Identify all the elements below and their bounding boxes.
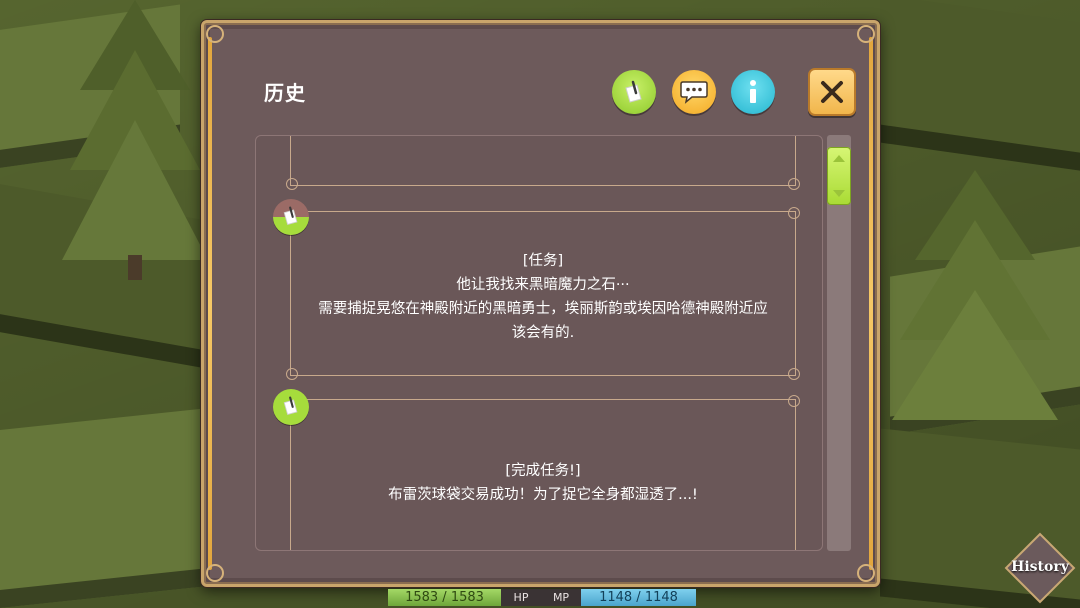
quill-note-icon [283,396,298,415]
mp-label: MP [541,589,581,606]
frame-glow-right [869,37,873,570]
entry-tag: [完成任务!] [505,463,581,479]
mp-bar: 1148 / 1148 [581,589,696,606]
terrain-block [880,0,1080,174]
list-item [286,136,800,190]
speech-bubble-icon [680,81,708,104]
info-button[interactable] [731,70,775,114]
history-list[interactable]: [任务] 他让我找来黑暗魔力之石··· 需要捕捉晃悠在神殿附近的黑暗勇士，埃丽斯… [255,135,823,551]
dialog-title: 历史 [264,81,306,105]
terrain-block [0,407,210,608]
entry-line: 他让我找来黑暗魔力之石··· [456,277,630,293]
entry-line: 该会有的. [511,325,575,341]
frame-corner [206,564,224,582]
entry-badge [273,199,309,235]
info-icon [750,80,756,103]
close-button[interactable] [808,68,856,116]
scrollbar[interactable] [827,135,851,551]
chevron-down-icon [833,190,845,197]
hp-bar: 1583 / 1583 [388,589,501,606]
scroll-thumb[interactable] [827,147,851,205]
chat-filter-button[interactable] [672,70,716,114]
history-button[interactable]: History [1004,532,1076,604]
frame-corner [857,564,875,582]
pine-tree [892,170,1058,420]
quill-note-icon [625,80,642,103]
history-dialog: 历史 [任务] 他让我找来黑暗魔力之石··· 需要捕捉晃悠在神殿附近的黑暗勇士，… [201,20,880,587]
notes-filter-button[interactable] [612,70,656,114]
entry-line: 布雷茨球袋交易成功！为了捉它全身都湿透了...! [388,487,698,503]
entry-tag: [任务] [522,253,564,269]
frame-corner [206,25,224,43]
entry-badge [273,389,309,425]
list-item: [任务] 他让我找来黑暗魔力之石··· 需要捕捉晃悠在神殿附近的黑暗勇士，埃丽斯… [286,207,800,380]
list-item: [完成任务!] 布雷茨球袋交易成功！为了捉它全身都湿透了...! [290,395,800,550]
close-icon [821,81,843,103]
chevron-up-icon [833,155,845,162]
pine-tree [62,0,208,280]
quill-note-icon [283,206,298,225]
frame-corner [857,25,875,43]
history-button-label: History [1011,559,1069,575]
entry-text: [完成任务!] 布雷茨球袋交易成功！为了捉它全身都湿透了...! [290,459,796,507]
hp-label: HP [501,589,541,606]
frame-glow-left [208,37,212,570]
entry-text: [任务] 他让我找来黑暗魔力之石··· 需要捕捉晃悠在神殿附近的黑暗勇士，埃丽斯… [290,249,796,345]
entry-line: 需要捕捉晃悠在神殿附近的黑暗勇士，埃丽斯韵或埃因哈德神殿附近应 [318,301,768,317]
status-hud: 1583 / 1583 HP MP 1148 / 1148 [388,587,696,608]
